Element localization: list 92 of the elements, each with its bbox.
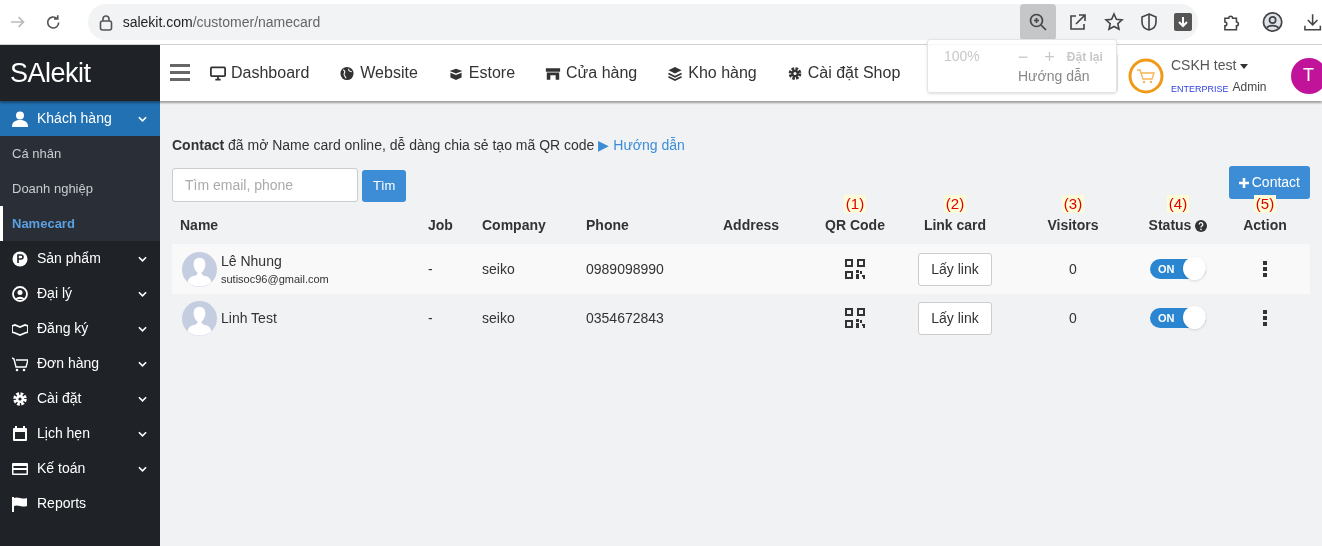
annotation-label: (1): [843, 195, 867, 213]
sidebar-item[interactable]: Đăng ký: [0, 311, 160, 346]
column-header: Link card: [923, 216, 987, 235]
lock-icon: [98, 13, 113, 31]
address-bar[interactable]: salekit.com/customer/namecard: [87, 4, 1021, 40]
share-icon[interactable]: [1068, 12, 1089, 32]
get-link-button[interactable]: Lấy link: [918, 252, 992, 286]
download-box-icon[interactable]: [1174, 13, 1193, 31]
flag-icon: [12, 495, 28, 512]
download-icon[interactable]: [1302, 12, 1322, 32]
nav-link[interactable]: Kho hàng: [667, 61, 757, 85]
column-header: Job: [428, 216, 454, 235]
annotation-label: (4): [1166, 195, 1190, 213]
column-header: Phone: [586, 216, 630, 235]
plan-label: ENTERPRISE: [1171, 82, 1229, 96]
cart-icon: [12, 355, 28, 372]
sidebar-item[interactable]: Cài đặt: [0, 381, 160, 416]
sidebar-item[interactable]: Đơn hàng: [0, 346, 160, 381]
column-header: Action: [1243, 216, 1287, 235]
star-icon[interactable]: [1104, 12, 1125, 32]
monitor-icon: [210, 65, 226, 81]
add-contact-button[interactable]: Contact: [1228, 166, 1310, 199]
table-cell-text: 0989098990: [585, 259, 665, 279]
p-circle-icon: [12, 250, 28, 267]
menu-icon[interactable]: [170, 64, 190, 81]
visitor-count: 0: [1068, 259, 1078, 279]
table-cell-text: 0354672843: [585, 308, 665, 328]
table-cell-text: -: [427, 259, 434, 279]
user-menu[interactable]: CSKH test: [1171, 55, 1267, 76]
annotation-label: (2): [943, 195, 967, 213]
person-icon: [12, 110, 28, 127]
profile-icon[interactable]: [1261, 11, 1283, 33]
annotation-label: (5): [1253, 195, 1277, 213]
logo[interactable]: SAlekit: [10, 52, 91, 94]
help-icon: [1195, 219, 1208, 232]
status-toggle[interactable]: ON: [1150, 308, 1206, 328]
credit-card-icon: [12, 460, 28, 477]
role-label: Admin: [1232, 79, 1267, 96]
annotation-label: (3): [1061, 195, 1085, 213]
submenu-item[interactable]: Doanh nghiệp: [0, 171, 160, 206]
avatar-silhouette-icon: [182, 251, 217, 287]
table-cell-text: seiko: [481, 259, 516, 279]
sidebar-item[interactable]: Lịch hẹn: [0, 416, 160, 451]
plus-icon: [1238, 177, 1249, 188]
guide-text: Hướng dẫn: [1018, 67, 1091, 85]
layers-icon: [667, 65, 684, 81]
sidebar-item[interactable]: Sản phẩm: [0, 241, 160, 276]
submenu-item[interactable]: Cá nhân: [0, 136, 160, 171]
shield-icon[interactable]: [1140, 12, 1159, 32]
caret-icon: [1240, 64, 1249, 69]
globe-icon: [339, 65, 356, 81]
column-header: Address: [723, 216, 781, 235]
visitor-count: 0: [1068, 308, 1078, 328]
status-toggle[interactable]: ON: [1150, 259, 1206, 279]
table-cell-text: seiko: [481, 308, 516, 328]
zoom-icon[interactable]: [1020, 4, 1057, 40]
contact-name: Linh Test: [221, 309, 277, 328]
nav-link[interactable]: Cài đặt Shop: [786, 61, 901, 85]
intro-text: Contact đã mở Name card online, dễ dàng chia sẻ tạo mã QR code: [172, 136, 595, 155]
sidebar-item[interactable]: Khách hàng: [0, 101, 160, 136]
nav-link[interactable]: Website: [339, 61, 418, 85]
contact-email: sutisoc96@gmail.com: [221, 272, 329, 287]
column-header: QR Code: [825, 216, 885, 235]
gear-icon: [786, 65, 803, 81]
nav-link[interactable]: Dashboard: [210, 61, 310, 85]
column-header: Company: [482, 216, 547, 235]
table-cell-text: -: [427, 308, 434, 328]
search-button[interactable]: Tìm: [362, 170, 407, 202]
sidebar-item[interactable]: Kế toán: [0, 451, 160, 486]
user-avatar[interactable]: T: [1290, 57, 1322, 94]
store-icon: [545, 65, 562, 81]
qr-code-icon: [845, 259, 865, 279]
more-vertical-icon[interactable]: [1263, 261, 1267, 277]
user-circle-icon: [12, 285, 28, 302]
search-field[interactable]: Tìm email, phone: [172, 168, 358, 202]
qr-code-icon: [845, 308, 865, 328]
puzzle-icon[interactable]: [1222, 12, 1242, 32]
submenu-item[interactable]: Namecard: [0, 206, 160, 241]
column-header: Visitors: [1047, 216, 1099, 235]
gear-icon: [12, 390, 28, 407]
column-header: Name: [180, 216, 220, 235]
sidebar-item[interactable]: Đại lý: [0, 276, 160, 311]
sidebar-item[interactable]: Reports: [0, 486, 160, 521]
get-link-button[interactable]: Lấy link: [918, 301, 992, 335]
nav-link[interactable]: Cửa hàng: [545, 61, 638, 85]
calendar-icon: [12, 425, 28, 442]
avatar-silhouette-icon: [182, 300, 217, 336]
more-vertical-icon[interactable]: [1263, 310, 1267, 326]
nav-link[interactable]: Estore: [447, 61, 516, 85]
column-header: Status: [1148, 215, 1208, 236]
url-text: salekit.com/customer/namecard: [122, 12, 321, 32]
contact-name: Lê Nhung: [221, 252, 283, 271]
